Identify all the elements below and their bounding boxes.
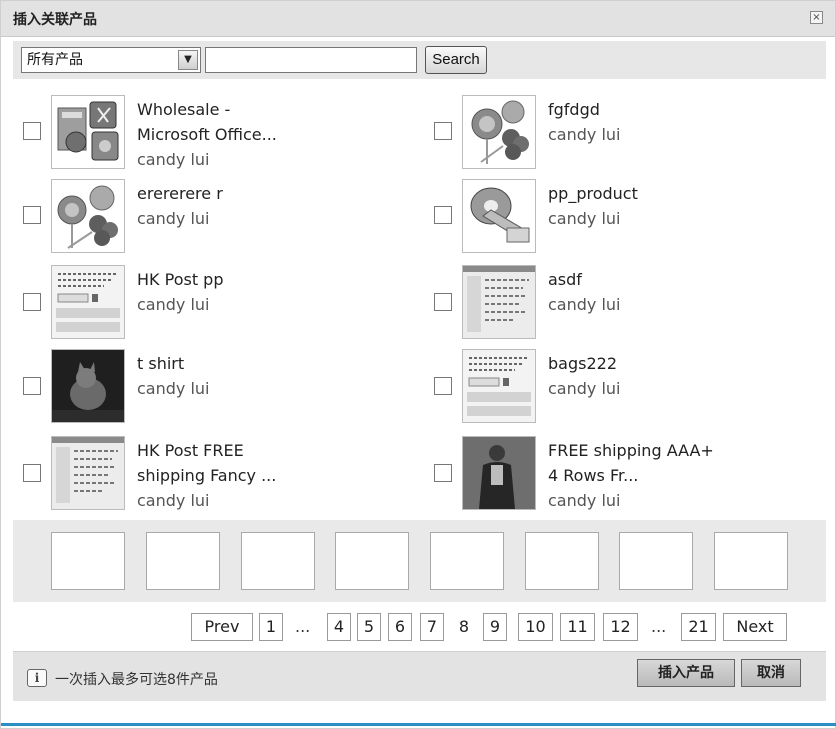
product-checkbox[interactable]: [434, 464, 452, 482]
office-icon: [51, 95, 125, 169]
product-author: candy lui: [137, 295, 210, 314]
selected-slot[interactable]: [430, 532, 504, 590]
screenshot-icon: [51, 436, 125, 510]
product-name[interactable]: HK Post FREE shipping Fancy ...: [137, 438, 397, 488]
page-link[interactable]: 9: [483, 613, 507, 641]
product-item: HK Post FREE shipping Fancy ... candy lu…: [23, 436, 413, 512]
prev-page-button[interactable]: Prev: [191, 613, 253, 641]
product-author: candy lui: [548, 379, 621, 398]
person-photo: [462, 436, 536, 510]
product-name[interactable]: HK Post pp: [137, 267, 397, 292]
product-item: bags222 candy lui: [434, 349, 824, 425]
product-checkbox[interactable]: [23, 206, 41, 224]
dialog-title-bar: 插入关联产品 ×: [1, 1, 835, 37]
product-checkbox[interactable]: [23, 377, 41, 395]
product-author: candy lui: [137, 209, 210, 228]
product-author: candy lui: [548, 209, 621, 228]
pagination-ellipsis: ...: [295, 617, 311, 636]
page-link[interactable]: 6: [388, 613, 412, 641]
search-button[interactable]: Search: [425, 46, 487, 74]
selection-limit-tip: 一次插入最多可选8件产品: [55, 672, 218, 688]
next-page-button[interactable]: Next: [723, 613, 787, 641]
selected-slot[interactable]: [714, 532, 788, 590]
product-checkbox[interactable]: [23, 122, 41, 140]
product-name[interactable]: fgfdgd: [548, 97, 808, 122]
product-item: Wholesale - Microsoft Office... candy lu…: [23, 95, 413, 171]
cat-photo: [51, 349, 125, 423]
screenshot-icon: [51, 265, 125, 339]
product-author: candy lui: [548, 295, 621, 314]
product-name[interactable]: bags222: [548, 351, 808, 376]
selected-slot[interactable]: [335, 532, 409, 590]
category-dropdown[interactable]: 所有产品 ▼: [21, 47, 201, 73]
insert-related-products-dialog: 插入关联产品 × 所有产品 ▼ Search Wholesale - Micro…: [0, 0, 836, 729]
page-link[interactable]: 1: [259, 613, 283, 641]
page-link[interactable]: 21: [681, 613, 716, 641]
product-name[interactable]: erererere r: [137, 181, 397, 206]
screenshot-icon: [462, 349, 536, 423]
product-author: candy lui: [548, 491, 621, 510]
product-item: asdf candy lui: [434, 265, 824, 341]
selected-slot[interactable]: [241, 532, 315, 590]
current-page: 8: [458, 617, 470, 636]
product-author: candy lui: [548, 125, 621, 144]
page-link[interactable]: 5: [357, 613, 381, 641]
product-name[interactable]: FREE shipping AAA+ 4 Rows Fr...: [548, 438, 808, 488]
disc-icon: [462, 179, 536, 253]
product-item: erererere r candy lui: [23, 179, 413, 255]
screenshot-icon: [462, 265, 536, 339]
dialog-footer: i 一次插入最多可选8件产品 插入产品 取消: [13, 651, 826, 701]
selected-slot[interactable]: [51, 532, 125, 590]
filter-bar: 所有产品 ▼ Search: [13, 41, 826, 79]
lollipop-icon: [51, 179, 125, 253]
search-input[interactable]: [205, 47, 417, 73]
pagination-ellipsis: ...: [651, 617, 667, 636]
product-item: fgfdgd candy lui: [434, 95, 824, 171]
page-link[interactable]: 10: [518, 613, 553, 641]
lollipop-icon: [462, 95, 536, 169]
product-checkbox[interactable]: [434, 122, 452, 140]
accent-border: [1, 723, 836, 726]
cancel-button[interactable]: 取消: [741, 659, 801, 687]
page-link[interactable]: 12: [603, 613, 638, 641]
selected-slot[interactable]: [146, 532, 220, 590]
product-checkbox[interactable]: [23, 293, 41, 311]
product-checkbox[interactable]: [434, 377, 452, 395]
page-link[interactable]: 7: [420, 613, 444, 641]
selected-products-strip: [13, 520, 826, 602]
product-checkbox[interactable]: [434, 293, 452, 311]
product-item: FREE shipping AAA+ 4 Rows Fr... candy lu…: [434, 436, 824, 512]
info-icon: i: [27, 669, 47, 687]
product-name[interactable]: t shirt: [137, 351, 397, 376]
product-item: HK Post pp candy lui: [23, 265, 413, 341]
selected-slot[interactable]: [619, 532, 693, 590]
selected-slot[interactable]: [525, 532, 599, 590]
product-name[interactable]: pp_product: [548, 181, 808, 206]
product-item: t shirt candy lui: [23, 349, 413, 425]
category-selected-value: 所有产品: [27, 52, 83, 68]
page-link[interactable]: 4: [327, 613, 351, 641]
dialog-title: 插入关联产品: [13, 12, 97, 28]
product-item: pp_product candy lui: [434, 179, 824, 255]
product-author: candy lui: [137, 150, 210, 169]
product-name[interactable]: Wholesale - Microsoft Office...: [137, 97, 397, 147]
insert-products-button[interactable]: 插入产品: [637, 659, 735, 687]
product-checkbox[interactable]: [434, 206, 452, 224]
close-icon[interactable]: ×: [810, 11, 823, 24]
product-name[interactable]: asdf: [548, 267, 808, 292]
product-author: candy lui: [137, 379, 210, 398]
product-author: candy lui: [137, 491, 210, 510]
page-link[interactable]: 11: [560, 613, 595, 641]
product-checkbox[interactable]: [23, 464, 41, 482]
chevron-down-icon[interactable]: ▼: [178, 50, 198, 70]
